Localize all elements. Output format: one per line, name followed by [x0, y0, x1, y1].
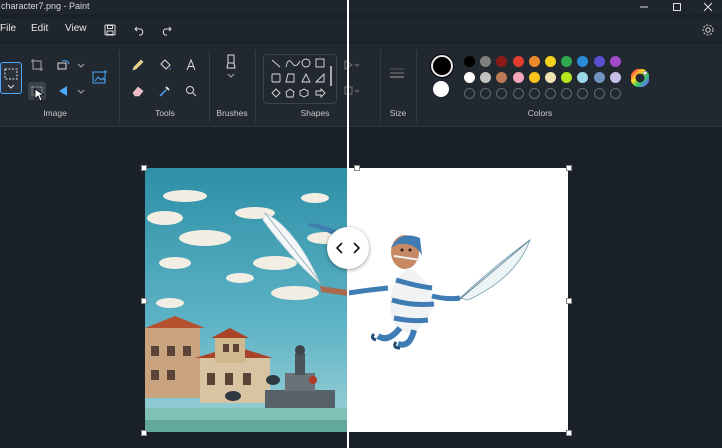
- chevron-left-icon: [335, 242, 343, 254]
- original-image-canvas[interactable]: [145, 168, 348, 432]
- text-icon[interactable]: [182, 56, 200, 74]
- redo-icon[interactable]: [158, 22, 174, 38]
- custom-color-slot[interactable]: [593, 88, 605, 99]
- menu-edit[interactable]: Edit: [31, 23, 48, 34]
- settings-icon[interactable]: [700, 22, 716, 38]
- palette-swatch[interactable]: [528, 56, 540, 67]
- fill-icon[interactable]: [156, 56, 174, 74]
- shapes-gallery[interactable]: [263, 54, 337, 104]
- undo-icon[interactable]: [132, 22, 148, 38]
- menu-file[interactable]: File: [0, 23, 16, 34]
- size-icon[interactable]: [388, 64, 406, 82]
- custom-color-slot[interactable]: [464, 88, 475, 99]
- palette-swatch[interactable]: [609, 72, 621, 83]
- minimize-icon[interactable]: [632, 0, 656, 14]
- palette-swatch[interactable]: [512, 72, 524, 83]
- menu-bar: File Edit View: [0, 18, 722, 42]
- palette-swatch[interactable]: [464, 72, 475, 83]
- shapes-scrollbar[interactable]: [330, 66, 332, 86]
- pencil-icon[interactable]: [129, 56, 147, 74]
- maximize-icon[interactable]: [665, 0, 689, 14]
- palette-swatch[interactable]: [512, 56, 524, 67]
- custom-color-slot[interactable]: [528, 88, 540, 99]
- palette-swatch[interactable]: [593, 72, 605, 83]
- select-icon[interactable]: [0, 62, 22, 94]
- ribbon-separator: [255, 50, 256, 122]
- primary-color-swatch[interactable]: [431, 55, 453, 77]
- background-removed-canvas[interactable]: [347, 168, 568, 432]
- palette-swatch[interactable]: [609, 56, 621, 67]
- close-icon[interactable]: [696, 0, 720, 14]
- color-picker-icon[interactable]: [156, 82, 174, 100]
- resize-handle-right[interactable]: [566, 298, 572, 304]
- crop-icon[interactable]: [28, 56, 46, 74]
- image-generator-icon[interactable]: [91, 68, 109, 86]
- resize-handle-left[interactable]: [141, 298, 147, 304]
- palette-swatch[interactable]: [545, 56, 556, 67]
- brush-icon[interactable]: [222, 54, 240, 78]
- group-label-image: Image: [43, 108, 67, 118]
- group-label-shapes: Shapes: [300, 108, 330, 118]
- magnifier-icon[interactable]: [182, 82, 200, 100]
- comparison-divider[interactable]: [347, 0, 349, 448]
- edit-colors-icon[interactable]: [630, 68, 650, 88]
- ribbon-separator: [416, 50, 417, 122]
- resize-handle-top[interactable]: [354, 165, 360, 171]
- flip-icon[interactable]: [55, 82, 73, 100]
- eraser-icon[interactable]: [129, 82, 147, 100]
- custom-color-slot[interactable]: [512, 88, 524, 99]
- menu-view[interactable]: View: [65, 23, 87, 34]
- ribbon-separator: [380, 50, 381, 122]
- group-label-brushes: Brushes: [216, 108, 248, 118]
- window-title: character7.png - Paint: [1, 1, 90, 11]
- ribbon-separator: [119, 50, 120, 122]
- custom-color-slot[interactable]: [545, 88, 556, 99]
- mouse-cursor-icon: [34, 88, 44, 102]
- secondary-color-swatch[interactable]: [433, 81, 449, 97]
- group-label-size: Size: [389, 108, 407, 118]
- resize-handle-bottom-left[interactable]: [141, 430, 147, 436]
- palette-swatch[interactable]: [464, 56, 475, 67]
- title-bar: character7.png - Paint: [0, 0, 722, 14]
- palette-swatch[interactable]: [528, 72, 540, 83]
- palette-swatch[interactable]: [593, 56, 605, 67]
- resize-handle-bottom-right[interactable]: [566, 430, 572, 436]
- flip-dropdown-icon[interactable]: [72, 82, 90, 100]
- chevron-right-icon: [353, 242, 361, 254]
- shape-outline-icon[interactable]: [342, 56, 360, 74]
- palette-swatch[interactable]: [545, 72, 556, 83]
- ribbon-separator: [209, 50, 210, 122]
- resize-handle-top-right[interactable]: [566, 165, 572, 171]
- group-label-tools: Tools: [155, 108, 175, 118]
- resize-handle-top-left[interactable]: [141, 165, 147, 171]
- comparison-slider-handle[interactable]: [327, 227, 369, 269]
- rotate-icon[interactable]: [55, 56, 73, 74]
- rotate-dropdown-icon[interactable]: [72, 56, 90, 74]
- shape-fill-icon[interactable]: [342, 82, 360, 100]
- group-label-colors: Colors: [527, 108, 553, 118]
- custom-color-slot[interactable]: [609, 88, 621, 99]
- save-icon[interactable]: [102, 22, 118, 38]
